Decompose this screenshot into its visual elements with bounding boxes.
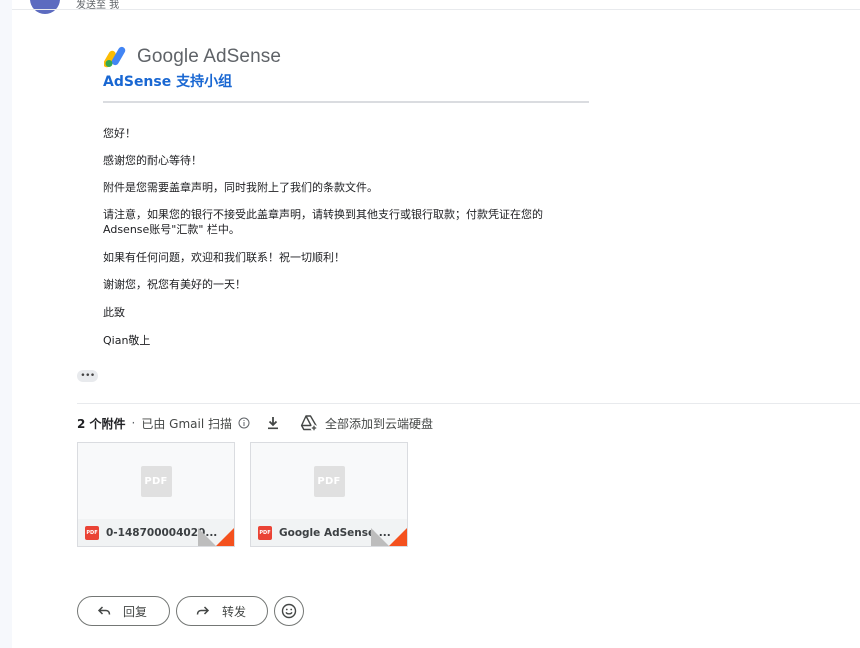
- body-paragraph: 此致: [103, 306, 125, 319]
- header-separator: [12, 9, 860, 10]
- separator-dot: ·: [131, 416, 136, 430]
- logo-wordmark: Google AdSense: [137, 46, 282, 67]
- signature: Qian敬上: [103, 334, 151, 347]
- forward-icon: [196, 606, 210, 615]
- corner-accent: [389, 528, 407, 546]
- emoji-icon: [281, 603, 297, 619]
- body-paragraph: 附件是您需要盖章声明，同时我附上了我们的条款文件。: [103, 181, 378, 194]
- forward-label: 转发: [222, 604, 247, 619]
- attachments-divider: [77, 403, 860, 404]
- add-to-drive-icon[interactable]: [300, 414, 318, 432]
- show-trimmed-content-button[interactable]: •••: [77, 370, 98, 382]
- emoji-reaction-button[interactable]: [274, 596, 304, 626]
- pdf-icon: PDF: [313, 465, 345, 497]
- body-paragraph: 如果有任何问题，欢迎和我们联系！祝一切顺利！: [103, 251, 345, 264]
- reply-actions: 回复 转发: [77, 596, 304, 626]
- left-rail: [0, 0, 12, 648]
- email-body: 您好！ 感谢您的耐心等待！ 附件是您需要盖章声明，同时我附上了我们的条款文件。 …: [103, 126, 583, 360]
- body-paragraph: 谢谢您，祝您有美好的一天！: [103, 278, 246, 291]
- support-team-title: AdSense 支持小组: [103, 74, 233, 90]
- adsense-logo: Google AdSense: [104, 44, 281, 70]
- attachment-thumbnail: PDF: [251, 443, 407, 519]
- scan-status: 已由 Gmail 扫描: [141, 416, 232, 431]
- corner-fold: [198, 528, 216, 546]
- attachment-count: 2 个附件: [77, 416, 126, 431]
- pdf-file-icon: PDF: [85, 525, 99, 540]
- pdf-icon: PDF: [140, 465, 172, 497]
- reply-button[interactable]: 回复: [77, 596, 170, 626]
- forward-button[interactable]: 转发: [176, 596, 268, 626]
- content-divider: [103, 101, 589, 103]
- info-icon[interactable]: [238, 417, 250, 429]
- attachment-card[interactable]: PDF PDF Google AdSense ...: [250, 442, 408, 547]
- corner-fold: [371, 528, 389, 546]
- attachment-thumbnail: PDF: [78, 443, 234, 519]
- add-all-to-drive-label[interactable]: 全部添加到云端硬盘: [325, 415, 433, 432]
- reply-icon: [97, 606, 111, 615]
- body-paragraph: 感谢您的耐心等待！: [103, 154, 202, 167]
- body-paragraph: 请注意，如果您的银行不接受此盖章声明，请转换到其他支行或银行取款；付款凭证在您的…: [103, 208, 543, 236]
- download-all-icon[interactable]: [266, 416, 280, 430]
- pdf-file-icon: PDF: [258, 525, 272, 540]
- corner-accent: [216, 528, 234, 546]
- recipient-snippet[interactable]: 发送至 我: [76, 0, 119, 12]
- email-view: 发送至 我 Google AdSense AdSense 支持小组 您好！ 感谢…: [0, 0, 860, 648]
- reply-label: 回复: [123, 604, 148, 619]
- avatar[interactable]: [30, 0, 60, 14]
- body-paragraph: 您好！: [103, 127, 136, 140]
- attachments-bar: 2 个附件 · 已由 Gmail 扫描 全部添加到云端硬盘: [77, 414, 433, 432]
- attachment-card[interactable]: PDF PDF 0-148700004020...: [77, 442, 235, 547]
- adsense-logo-icon: [104, 46, 126, 68]
